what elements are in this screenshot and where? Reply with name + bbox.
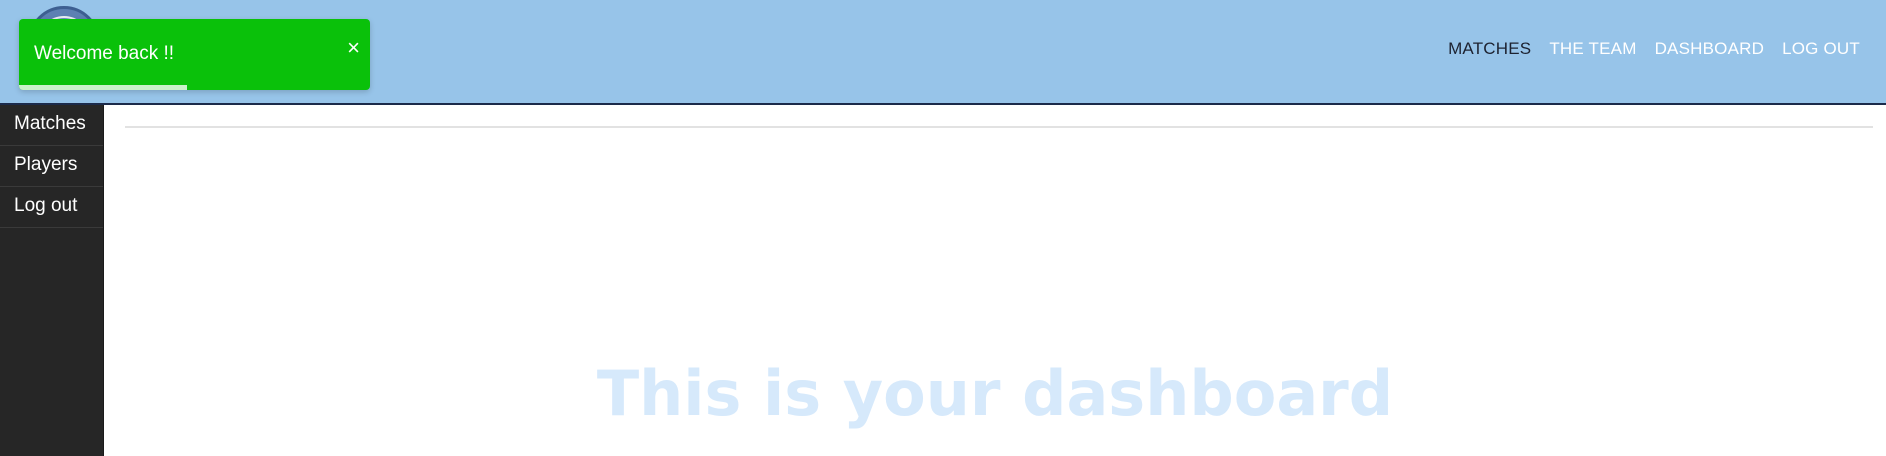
sidebar-item-players[interactable]: Players [0,146,103,187]
welcome-toast: Welcome back !! × [19,19,370,90]
sidebar-item-matches[interactable]: Matches [0,105,103,146]
close-icon[interactable]: × [347,37,360,59]
toast-progress-track [19,85,370,90]
toast-progress-bar [19,85,188,90]
nav-link-matches[interactable]: MATCHES [1448,38,1531,60]
nav-link-dashboard[interactable]: DASHBOARD [1655,38,1765,60]
main-content: This is your dashboard [104,105,1886,456]
main-nav: MATCHES THE TEAM DASHBOARD LOG OUT [1448,38,1860,60]
nav-link-the-team[interactable]: THE TEAM [1549,38,1636,60]
sidebar: Matches Players Log out [0,105,104,456]
nav-link-log-out[interactable]: LOG OUT [1782,38,1860,60]
sidebar-item-log-out[interactable]: Log out [0,187,103,228]
dashboard-hero-text: This is your dashboard [596,357,1394,430]
toast-message: Welcome back !! [34,43,175,64]
content-divider [125,126,1873,128]
